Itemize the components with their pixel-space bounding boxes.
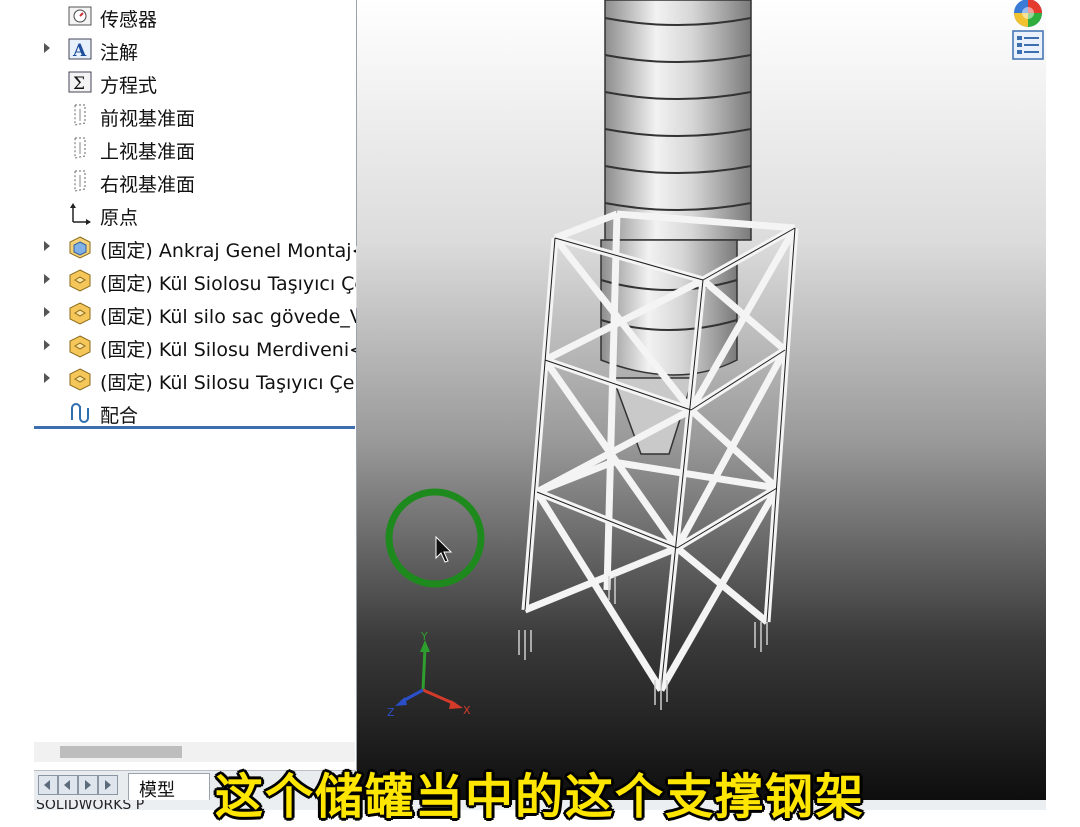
plane-icon	[68, 169, 92, 193]
axis-triad: Y X Z	[387, 630, 471, 719]
origin-icon	[68, 202, 92, 226]
expand-arrow-icon[interactable]	[44, 340, 50, 350]
window-right-edge	[1046, 0, 1080, 810]
annotation-icon: A	[68, 37, 92, 61]
tree-item-label: 传感器	[100, 9, 158, 31]
expand-arrow-icon[interactable]	[44, 307, 50, 317]
tree-item-label: 前视基准面	[100, 108, 196, 130]
expand-arrow-icon[interactable]	[44, 274, 50, 284]
plane-icon	[68, 103, 92, 127]
tree-item-label: 注解	[100, 42, 139, 64]
part-icon	[68, 301, 92, 325]
triad-x-label: X	[463, 704, 471, 717]
subassembly-icon	[68, 235, 92, 259]
tree-item-label: (固定) Kül silo sac gövede_Va	[100, 306, 356, 328]
tree-item-label: 上视基准面	[100, 141, 196, 163]
mates-icon	[68, 400, 92, 424]
tree-item-right-plane[interactable]: 右视基准面	[34, 165, 356, 198]
tree-item-sensors[interactable]: 传感器	[34, 0, 356, 33]
tree-item-label: 方程式	[100, 75, 158, 97]
custom-properties-icon[interactable]	[1011, 30, 1045, 60]
sensor-icon	[68, 4, 92, 28]
tree-item-component-tasiyici-2[interactable]: (固定) Kül Silosu Taşıyıcı Çel	[34, 363, 356, 396]
tree-item-label: 配合	[100, 405, 139, 427]
expand-arrow-icon[interactable]	[44, 241, 50, 251]
triad-z-label: Z	[387, 706, 395, 719]
tree-item-mates[interactable]: 配合	[34, 396, 356, 429]
tree-item-origin[interactable]: 原点	[34, 198, 356, 231]
equation-icon: Σ	[68, 70, 92, 94]
tree-item-label: 右视基准面	[100, 174, 196, 196]
tree-item-component-tasiyici-1[interactable]: (固定) Kül Siolosu Taşıyıcı Çe	[34, 264, 356, 297]
mouse-cursor-icon	[435, 536, 453, 563]
tree-item-top-plane[interactable]: 上视基准面	[34, 132, 356, 165]
part-icon	[68, 334, 92, 358]
tree-item-label: (固定) Kül Siolosu Taşıyıcı Çe	[100, 273, 356, 295]
tree-item-label: (固定) Kül Silosu Merdiveni<	[100, 339, 356, 361]
tree-item-label: (固定) Ankraj Genel Montaj<	[100, 240, 356, 262]
silo-upper-cylinder	[604, 0, 752, 241]
rollback-bar[interactable]	[34, 426, 355, 429]
feature-manager-tree: 传感器 A 注解 Σ 方程式 前视基准面 上视基准面 右视基准面 原点 (固定)…	[34, 0, 372, 770]
tree-item-equations[interactable]: Σ 方程式	[34, 66, 356, 99]
part-icon	[68, 367, 92, 391]
video-subtitle: 这个储罐当中的这个支撑钢架	[214, 769, 865, 825]
expand-arrow-icon[interactable]	[44, 373, 50, 383]
expand-arrow-icon[interactable]	[44, 43, 50, 53]
svg-text:Σ: Σ	[73, 74, 85, 94]
window-left-edge	[0, 0, 34, 810]
tree-item-annotations[interactable]: A 注解	[34, 33, 356, 66]
tree-item-component-ankraj[interactable]: (固定) Ankraj Genel Montaj<	[34, 231, 356, 264]
tree-item-front-plane[interactable]: 前视基准面	[34, 99, 356, 132]
svg-text:A: A	[72, 41, 87, 61]
plane-icon	[68, 136, 92, 160]
triad-y-label: Y	[420, 630, 428, 643]
tree-item-component-silo-sac[interactable]: (固定) Kül silo sac gövede_Va	[34, 297, 356, 330]
graphics-viewport[interactable]: Y X Z	[357, 0, 1046, 800]
tree-item-label: (固定) Kül Silosu Taşıyıcı Çel	[100, 372, 356, 394]
tree-item-component-merdiveni[interactable]: (固定) Kül Silosu Merdiveni<	[34, 330, 356, 363]
tree-item-label: 原点	[100, 207, 139, 229]
part-icon	[68, 268, 92, 292]
appearance-scene-icon[interactable]	[1011, 0, 1045, 30]
